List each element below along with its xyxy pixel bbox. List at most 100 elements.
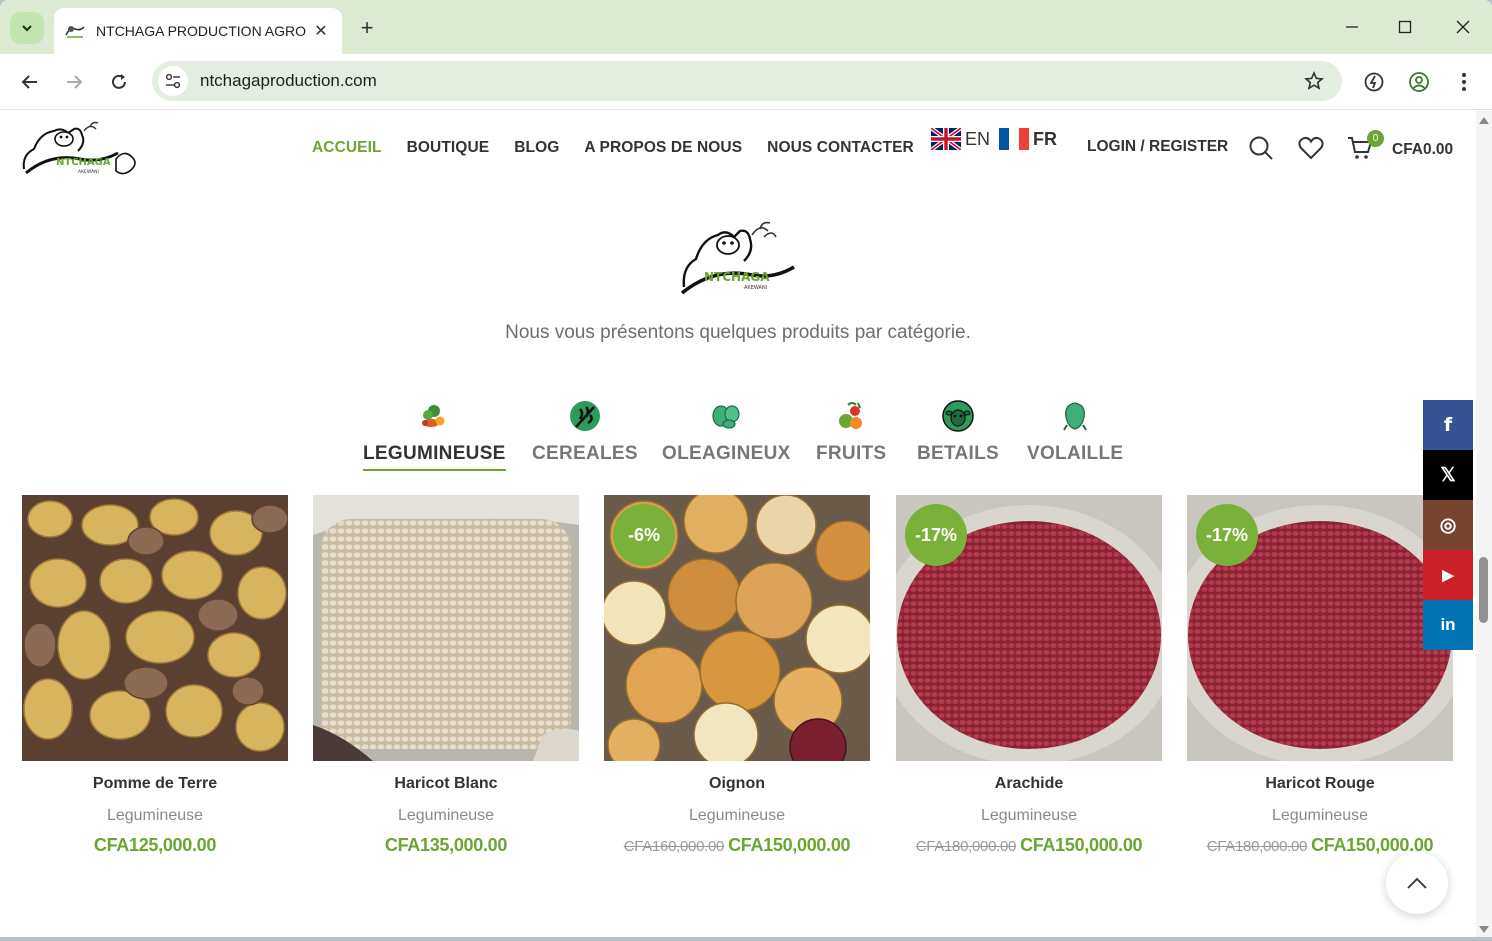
brand-logo-text: NTCHAGA [704, 270, 770, 284]
tab-label: VOLAILLE [1027, 443, 1124, 464]
sheep-icon [942, 400, 974, 432]
tab-legumineuse[interactable]: LEGUMINEUSE [363, 399, 506, 471]
star-icon [1304, 71, 1324, 90]
product-name[interactable]: Haricot Blanc [313, 775, 579, 793]
close-icon [1456, 20, 1470, 34]
product-name[interactable]: Arachide [896, 775, 1162, 793]
nav-contact[interactable]: NOUS CONTACTER [767, 139, 914, 157]
new-tab-button[interactable]: + [352, 14, 382, 42]
product-name[interactable]: Haricot Rouge [1187, 775, 1453, 793]
login-register-link[interactable]: LOGIN / REGISTER [1087, 138, 1228, 156]
product-category[interactable]: Legumineuse [604, 807, 870, 825]
x-icon[interactable]: 𝕏 [1423, 450, 1473, 500]
extension-button[interactable] [1356, 64, 1392, 100]
scrollbar-thumb[interactable] [1479, 557, 1488, 623]
tab-label: CEREALES [532, 443, 638, 464]
old-price: CFA160,000.00 [623, 838, 725, 855]
maximize-icon [1398, 20, 1412, 34]
close-window-button[interactable] [1440, 10, 1486, 44]
tab-volaille[interactable]: VOLAILLE [1027, 399, 1123, 465]
arrow-right-icon [67, 75, 83, 89]
search-icon [1249, 136, 1273, 160]
product-name[interactable]: Oignon [604, 775, 870, 793]
profile-button[interactable] [1401, 64, 1437, 100]
forward-button[interactable] [56, 64, 92, 100]
facebook-icon[interactable]: f [1423, 400, 1473, 450]
product-name[interactable]: Pomme de Terre [22, 775, 288, 793]
language-fr-label: FR [1033, 128, 1057, 149]
discount-badge: -17% [905, 504, 967, 566]
old-price: CFA180,000.00 [915, 838, 1017, 855]
site-info-icon[interactable] [158, 66, 188, 96]
product-category[interactable]: Legumineuse [1187, 807, 1453, 825]
url-text: ntchagaproduction.com [200, 71, 377, 90]
close-tab-icon[interactable]: ✕ [310, 20, 332, 42]
product-image-peanuts[interactable]: -17% [896, 495, 1162, 761]
intro-tagline: Nous vous présentons quelques produits p… [505, 322, 971, 343]
product-category[interactable]: Legumineuse [313, 807, 579, 825]
cart-total[interactable]: CFA0.00 [1392, 141, 1453, 159]
product-price: CFA160,000.00 CFA150,000.00 [604, 835, 870, 856]
brand-logo-subtext: AKEWANI [744, 285, 767, 291]
social-share-bar: f 𝕏 ◎ ▶ in [1423, 400, 1473, 650]
tab-cereales[interactable]: CEREALES [532, 399, 638, 465]
scroll-to-top-button[interactable] [1386, 852, 1448, 914]
product-image-white-beans[interactable] [313, 495, 579, 761]
scroll-up-arrow-icon[interactable] [1479, 117, 1489, 124]
tab-search-button[interactable] [10, 12, 44, 44]
tab-label: LEGUMINEUSE [363, 443, 506, 464]
bookmark-star-icon[interactable] [1296, 63, 1332, 99]
product-category[interactable]: Legumineuse [896, 807, 1162, 825]
scroll-down-arrow-icon[interactable] [1479, 926, 1489, 933]
seeds-icon [712, 405, 740, 429]
language-en[interactable]: EN [931, 128, 990, 150]
product-card[interactable]: Pomme de Terre Legumineuse CFA125,000.00 [22, 495, 288, 856]
tab-betails[interactable]: BETAILS [917, 399, 999, 465]
reload-icon [112, 74, 126, 89]
product-price: CFA180,000.00 CFA150,000.00 [896, 835, 1162, 856]
product-card[interactable]: Haricot Blanc Legumineuse CFA135,000.00 [313, 495, 579, 856]
discount-badge: -17% [1196, 504, 1258, 566]
heart-icon [1298, 136, 1324, 160]
minimize-button[interactable] [1329, 10, 1375, 44]
product-card[interactable]: -17% Haricot Rouge Legumineuse CFA180,00… [1187, 495, 1453, 856]
reload-button[interactable] [101, 64, 137, 100]
youtube-icon[interactable]: ▶ [1423, 550, 1473, 600]
product-price: CFA135,000.00 [313, 835, 579, 856]
nav-accueil[interactable]: ACCUEIL [312, 139, 382, 157]
nav-a-propos[interactable]: A PROPOS DE NOUS [584, 139, 742, 157]
address-bar[interactable]: ntchagaproduction.com [152, 61, 1342, 101]
linkedin-icon[interactable]: in [1423, 600, 1473, 650]
site-header: NTCHAGA AKEWANI ACCUEIL BOUTIQUE BLOG A … [0, 111, 1476, 189]
maximize-button[interactable] [1382, 10, 1428, 44]
product-category[interactable]: Legumineuse [22, 807, 288, 825]
product-price: CFA125,000.00 [22, 835, 288, 856]
search-button[interactable] [1246, 133, 1276, 163]
browser-tab[interactable]: NTCHAGA PRODUCTION AGRO ✕ [54, 8, 342, 54]
product-image-onions[interactable]: -6% [604, 495, 870, 761]
favicon-icon [65, 26, 85, 38]
tab-oleagineux[interactable]: OLEAGINEUX [662, 399, 791, 465]
product-image-potatoes[interactable] [22, 495, 288, 761]
nav-boutique[interactable]: BOUTIQUE [407, 139, 490, 157]
discount-badge: -6% [613, 504, 675, 566]
site-logo[interactable]: NTCHAGA AKEWANI [20, 119, 140, 181]
page-scrollbar[interactable] [1476, 111, 1492, 937]
web-page: NTCHAGA AKEWANI ACCUEIL BOUTIQUE BLOG A … [0, 111, 1476, 937]
browser-toolbar: ntchagaproduction.com [0, 54, 1492, 110]
potatoes-photo [22, 495, 288, 761]
instagram-icon[interactable]: ◎ [1423, 500, 1473, 550]
back-button[interactable] [12, 64, 48, 100]
product-card[interactable]: -17% Arachide Legumineuse CFA180,000.00 C… [896, 495, 1162, 856]
product-card[interactable]: -6% Oignon Legumineuse CFA160,000.00 CFA1… [604, 495, 870, 856]
menu-button[interactable] [1446, 64, 1482, 100]
tab-fruits[interactable]: FRUITS [816, 399, 886, 465]
current-price: CFA135,000.00 [384, 835, 508, 855]
browser-window: NTCHAGA PRODUCTION AGRO ✕ + ntchagaprodu… [0, 0, 1492, 937]
product-image-red-beans[interactable]: -17% [1187, 495, 1453, 761]
current-price: CFA125,000.00 [93, 835, 217, 855]
chevron-up-icon [1407, 877, 1427, 889]
wishlist-button[interactable] [1296, 133, 1326, 163]
language-fr[interactable]: FR [999, 128, 1057, 150]
nav-blog[interactable]: BLOG [514, 139, 559, 157]
